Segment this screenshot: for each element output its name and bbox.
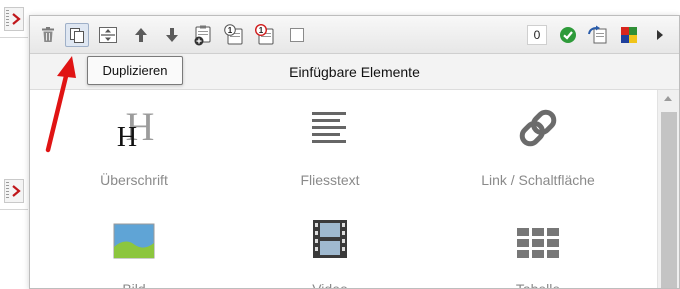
editor-stage: 1 1 0 Einfügbare Elemente H H Überschrif… bbox=[0, 0, 680, 289]
trash-icon bbox=[42, 27, 54, 42]
table-icon bbox=[516, 211, 560, 259]
scroll-thumb[interactable] bbox=[661, 112, 677, 288]
more-button[interactable] bbox=[648, 23, 672, 47]
element-paragraph[interactable]: Fliesstext bbox=[230, 102, 430, 188]
link-icon bbox=[516, 102, 560, 150]
element-label: Bild bbox=[122, 281, 146, 289]
duplicate-tooltip: Duplizieren bbox=[87, 56, 183, 85]
element-label: Link / Schaltfläche bbox=[481, 172, 595, 188]
checkbox-icon bbox=[290, 28, 304, 42]
confirm-button[interactable] bbox=[556, 23, 580, 47]
chevron-right-icon bbox=[12, 185, 21, 197]
element-image[interactable]: Bild bbox=[34, 211, 234, 289]
elements-scrollbar[interactable] bbox=[657, 90, 679, 288]
arrow-down-icon bbox=[166, 28, 178, 42]
paste-one-button[interactable]: 1 bbox=[222, 23, 246, 47]
element-toolbar: 1 1 0 bbox=[30, 16, 679, 54]
check-circle-icon bbox=[560, 27, 576, 43]
element-counter: 0 bbox=[527, 25, 547, 45]
clipboard-1-red-icon: 1 bbox=[255, 24, 274, 45]
arrow-up-icon bbox=[135, 28, 147, 42]
element-link[interactable]: Link / Schaltfläche bbox=[438, 102, 638, 188]
expand-icon bbox=[99, 27, 117, 43]
heading-icon: H H bbox=[110, 102, 158, 150]
section-toggle-handle-bottom[interactable] bbox=[4, 179, 24, 203]
color-button[interactable] bbox=[617, 23, 641, 47]
paste-button[interactable] bbox=[191, 23, 215, 47]
badge-one-red: 1 bbox=[259, 26, 264, 35]
element-table[interactable]: Tabelle bbox=[438, 211, 638, 289]
edge-divider bbox=[0, 209, 28, 210]
red-arrow-icon bbox=[45, 56, 76, 153]
badge-one: 1 bbox=[228, 26, 233, 35]
element-label: Tabelle bbox=[515, 281, 561, 289]
elements-grid: H H Überschrift Fliesstext Link / Schalt… bbox=[30, 90, 658, 289]
paragraph-icon bbox=[310, 102, 350, 150]
film-icon bbox=[312, 211, 348, 259]
duplicate-icon bbox=[70, 28, 84, 43]
element-label: Fliesstext bbox=[300, 172, 360, 188]
section-toggle-handle-top[interactable] bbox=[4, 7, 24, 31]
element-label: Überschrift bbox=[100, 172, 168, 188]
move-up-button[interactable] bbox=[129, 23, 153, 47]
swap-button[interactable] bbox=[586, 23, 610, 47]
grip-icon bbox=[6, 182, 9, 200]
element-video[interactable]: Video bbox=[230, 211, 430, 289]
play-right-icon bbox=[657, 30, 663, 40]
move-down-button[interactable] bbox=[160, 23, 184, 47]
clipboard-1-icon: 1 bbox=[224, 24, 243, 45]
expand-button[interactable] bbox=[96, 23, 120, 47]
image-icon bbox=[113, 211, 155, 259]
chevron-right-icon bbox=[12, 13, 21, 25]
duplicate-button[interactable] bbox=[65, 23, 89, 47]
delete-button[interactable] bbox=[36, 23, 60, 47]
edge-divider bbox=[0, 37, 28, 38]
element-label: Video bbox=[312, 281, 348, 289]
clipboard-add-icon bbox=[194, 25, 211, 46]
color-grid-icon bbox=[621, 27, 637, 43]
select-checkbox[interactable] bbox=[285, 23, 309, 47]
paste-one-alt-button[interactable]: 1 bbox=[253, 23, 277, 47]
scroll-up-icon[interactable] bbox=[664, 96, 672, 101]
grip-icon bbox=[6, 10, 9, 28]
swap-icon bbox=[588, 25, 607, 44]
heading-glyph-front: H bbox=[117, 122, 137, 150]
